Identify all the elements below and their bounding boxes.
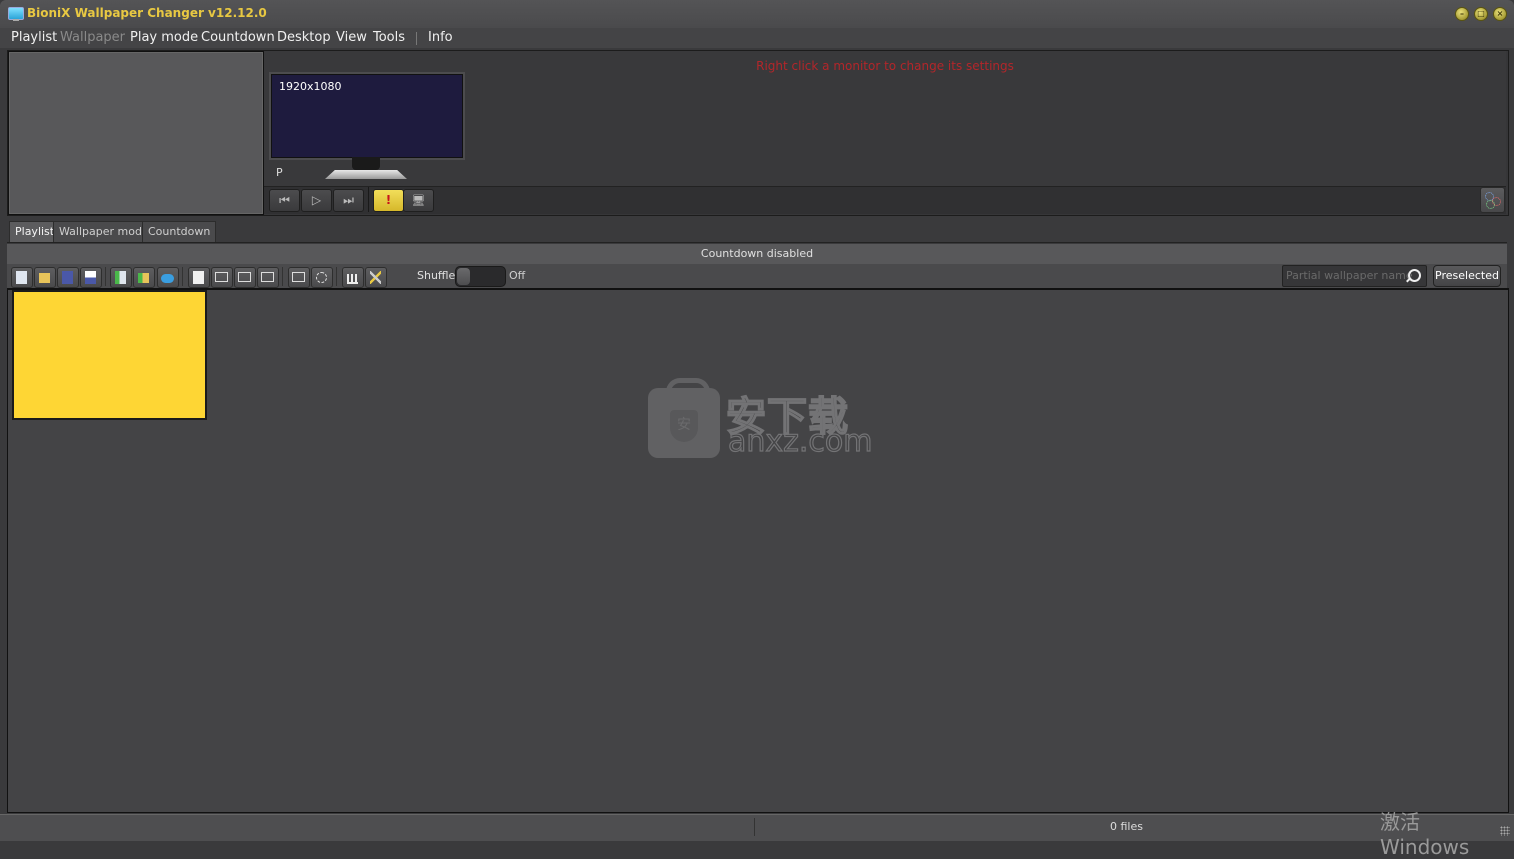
wallpaper-preview xyxy=(8,51,264,215)
toolbar-separator xyxy=(105,267,106,286)
toolbar-separator xyxy=(336,267,337,286)
remove-monitor-3-icon xyxy=(261,272,274,282)
menu-separator xyxy=(416,32,417,45)
menu-tools[interactable]: Tools xyxy=(373,30,405,45)
menu-play-mode[interactable]: Play mode xyxy=(130,30,198,45)
save-as-icon xyxy=(85,271,96,284)
save-button[interactable] xyxy=(57,267,79,288)
toolbar-separator xyxy=(182,267,183,286)
monitor-stand xyxy=(352,157,380,170)
watermark-text-en: anxz.com xyxy=(727,423,873,459)
cloud-download-icon xyxy=(161,274,174,283)
menu-wallpaper: Wallpaper xyxy=(60,30,126,45)
face-button[interactable] xyxy=(311,267,333,288)
open-folder-button[interactable] xyxy=(34,267,56,288)
remove-display-icon xyxy=(292,272,305,282)
tools-icon xyxy=(370,271,381,284)
close-button[interactable]: × xyxy=(1493,7,1507,21)
desktop-button[interactable]: 🖥 xyxy=(403,189,434,212)
menu-bar: Playlist Wallpaper Play mode Countdown D… xyxy=(0,28,1514,48)
monitor-base xyxy=(325,170,407,179)
remove-monitor-icon xyxy=(215,272,228,282)
save-icon xyxy=(62,271,73,284)
window-title: BioniX Wallpaper Changer v12.12.0 xyxy=(27,6,267,20)
exclamation-icon: ! xyxy=(385,193,392,207)
cloud-download-button[interactable] xyxy=(157,267,179,288)
watermark-bag-icon: 安 xyxy=(648,378,720,458)
shuffle-state: Off xyxy=(509,269,526,282)
monitor-screen[interactable]: 1920x1080 xyxy=(269,72,465,160)
wallpaper-search-input[interactable]: Partial wallpaper name xyxy=(1282,265,1427,287)
monitor-settings-button[interactable] xyxy=(1480,187,1505,213)
resize-grip[interactable] xyxy=(1500,826,1510,836)
search-icon[interactable] xyxy=(1408,269,1421,282)
title-bar: BioniX Wallpaper Changer v12.12.0 – □ × xyxy=(0,0,1514,28)
equalizer-button[interactable] xyxy=(342,267,364,288)
face-icon xyxy=(316,272,327,283)
open-folder-icon xyxy=(39,273,50,283)
monitor-resolution: 1920x1080 xyxy=(279,80,342,93)
menu-view[interactable]: View xyxy=(336,30,367,45)
remove-monitor-3-button[interactable] xyxy=(257,267,279,288)
file-count: 0 files xyxy=(1110,820,1143,833)
new-playlist-button[interactable] xyxy=(11,267,33,288)
menu-info[interactable]: Info xyxy=(428,30,453,45)
skip-back-icon: ⏮ xyxy=(279,193,290,207)
tab-countdown[interactable]: Countdown xyxy=(142,221,217,242)
maximize-button[interactable]: □ xyxy=(1474,7,1488,21)
skip-forward-icon: ⏭ xyxy=(343,193,354,207)
toolbar-separator xyxy=(282,267,283,286)
countdown-status: Countdown disabled xyxy=(7,244,1507,265)
monitor-icon: 🖥 xyxy=(411,194,426,207)
shuffle-toggle[interactable] xyxy=(455,266,506,287)
play-icon: ▷ xyxy=(311,193,322,207)
next-button[interactable]: ⏭ xyxy=(333,189,364,212)
remove-monitor-2-icon xyxy=(238,272,251,282)
warning-button[interactable]: ! xyxy=(373,189,404,212)
preselected-button[interactable]: Preselected xyxy=(1433,265,1501,287)
equalizer-icon xyxy=(347,274,358,284)
remove-display-button[interactable] xyxy=(288,267,310,288)
monitor-label: P xyxy=(276,166,283,179)
import-file-button[interactable] xyxy=(110,267,132,288)
watermark: 安 安下载 anxz.com xyxy=(648,378,873,460)
menu-countdown[interactable]: Countdown xyxy=(201,30,275,45)
status-divider xyxy=(754,818,755,836)
monitor-hint: Right click a monitor to change its sett… xyxy=(756,59,1014,73)
previous-button[interactable]: ⏮ xyxy=(269,189,300,212)
windows-activation-text: 激活 Windows xyxy=(1380,810,1470,859)
watermark-shield-icon: 安 xyxy=(670,410,698,442)
import-file-icon xyxy=(115,271,126,284)
playlist-content xyxy=(7,288,1509,813)
remove-monitor-button[interactable] xyxy=(211,267,233,288)
shuffle-label: Shuffle xyxy=(417,269,456,282)
tab-bar: Playlist Wallpaper mode Countdown xyxy=(7,218,1507,243)
blank-page-icon xyxy=(193,271,204,284)
toggle-knob xyxy=(457,268,470,285)
play-button[interactable]: ▷ xyxy=(301,189,332,212)
menu-playlist[interactable]: Playlist xyxy=(11,30,57,45)
tools-button[interactable] xyxy=(365,267,387,288)
wallpaper-thumbnail[interactable] xyxy=(12,290,207,420)
playback-controls xyxy=(264,186,1506,214)
minimize-button[interactable]: – xyxy=(1455,7,1469,21)
new-playlist-icon xyxy=(16,271,27,284)
status-bar xyxy=(0,814,1514,841)
import-folder-icon xyxy=(138,273,149,283)
menu-desktop[interactable]: Desktop xyxy=(277,30,331,45)
remove-monitor-2-button[interactable] xyxy=(234,267,256,288)
app-monitor-icon xyxy=(8,7,24,21)
gear-green-icon xyxy=(1486,200,1495,209)
blank-page-button[interactable] xyxy=(188,267,210,288)
tab-wallpaper-mode[interactable]: Wallpaper mode xyxy=(53,221,155,242)
control-separator xyxy=(368,187,369,212)
import-folder-button[interactable] xyxy=(133,267,155,288)
save-as-button[interactable] xyxy=(80,267,102,288)
search-placeholder: Partial wallpaper name xyxy=(1286,269,1413,282)
